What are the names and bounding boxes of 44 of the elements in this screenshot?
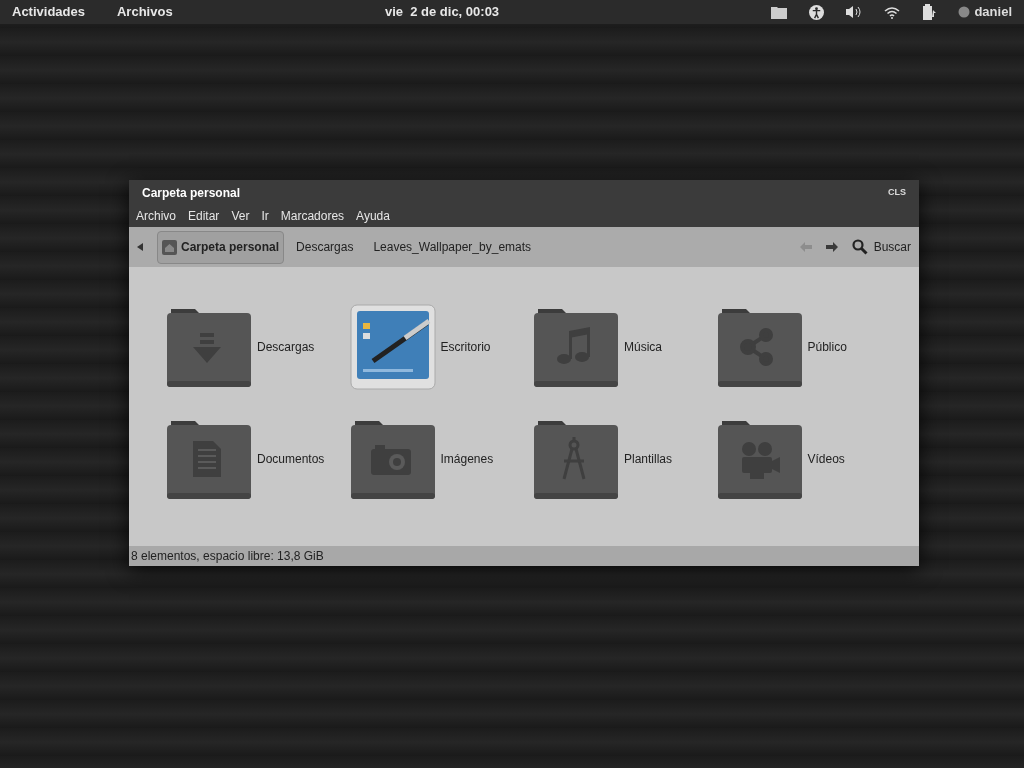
accessibility-icon[interactable] <box>809 4 825 20</box>
battery-icon[interactable] <box>922 4 937 20</box>
folder-item[interactable]: Imágenes <box>348 415 532 503</box>
folder-label: Imágenes <box>440 451 494 468</box>
menu-item[interactable]: Editar <box>188 207 220 225</box>
folder-icon[interactable] <box>771 5 788 19</box>
scroll-left-icon[interactable] <box>137 243 143 251</box>
folder-label: Documentos <box>257 451 325 468</box>
path-button[interactable]: Descargas <box>290 230 360 264</box>
folder-item[interactable]: Vídeos <box>715 415 899 503</box>
folder-label: Escritorio <box>440 339 491 356</box>
menu-item[interactable]: Ayuda <box>356 207 390 225</box>
status-text: 8 elementos, espacio libre: 13,8 GiB <box>131 548 324 565</box>
path-button[interactable]: Carpeta personal <box>157 230 285 264</box>
folder-label: Vídeos <box>807 451 845 468</box>
folder-item[interactable]: Música <box>532 303 716 391</box>
user-status-icon <box>958 6 971 18</box>
folder-label: Plantillas <box>624 451 673 468</box>
folder-label: Música <box>624 339 662 356</box>
folder-item[interactable]: Descargas <box>165 303 349 391</box>
clock[interactable]: vie 2 de dic, 00:03 <box>384 2 500 22</box>
home-icon <box>162 239 177 255</box>
folder-item[interactable]: Público <box>715 303 899 391</box>
search-button[interactable]: Buscar <box>851 238 911 256</box>
folder-item[interactable]: Escritorio <box>348 303 532 391</box>
activities-button[interactable]: Actividades <box>12 2 85 22</box>
desktop-icon <box>348 303 437 391</box>
folder-label: Descargas <box>257 339 315 356</box>
user-menu-button[interactable]: daniel <box>958 2 1012 22</box>
window-title: Carpeta personal <box>142 184 242 202</box>
forward-arrow-icon[interactable] <box>825 242 838 252</box>
app-menu-button[interactable]: Archivos <box>117 2 173 22</box>
menu-item[interactable]: Archivo <box>136 207 176 225</box>
volume-icon[interactable] <box>846 5 863 19</box>
search-icon <box>851 239 868 255</box>
wifi-icon[interactable] <box>884 5 901 19</box>
folder-label: Público <box>807 339 847 356</box>
close-button[interactable]: CLS <box>888 185 906 200</box>
menu-item[interactable]: Ver <box>231 207 250 225</box>
folder-item[interactable]: Plantillas <box>532 415 716 503</box>
path-button[interactable]: Leaves_Wallpaper_by_emats <box>367 230 538 264</box>
menu-item[interactable]: Marcadores <box>280 207 345 225</box>
menu-item[interactable]: Ir <box>261 207 269 225</box>
folder-item[interactable]: Documentos <box>165 415 349 503</box>
